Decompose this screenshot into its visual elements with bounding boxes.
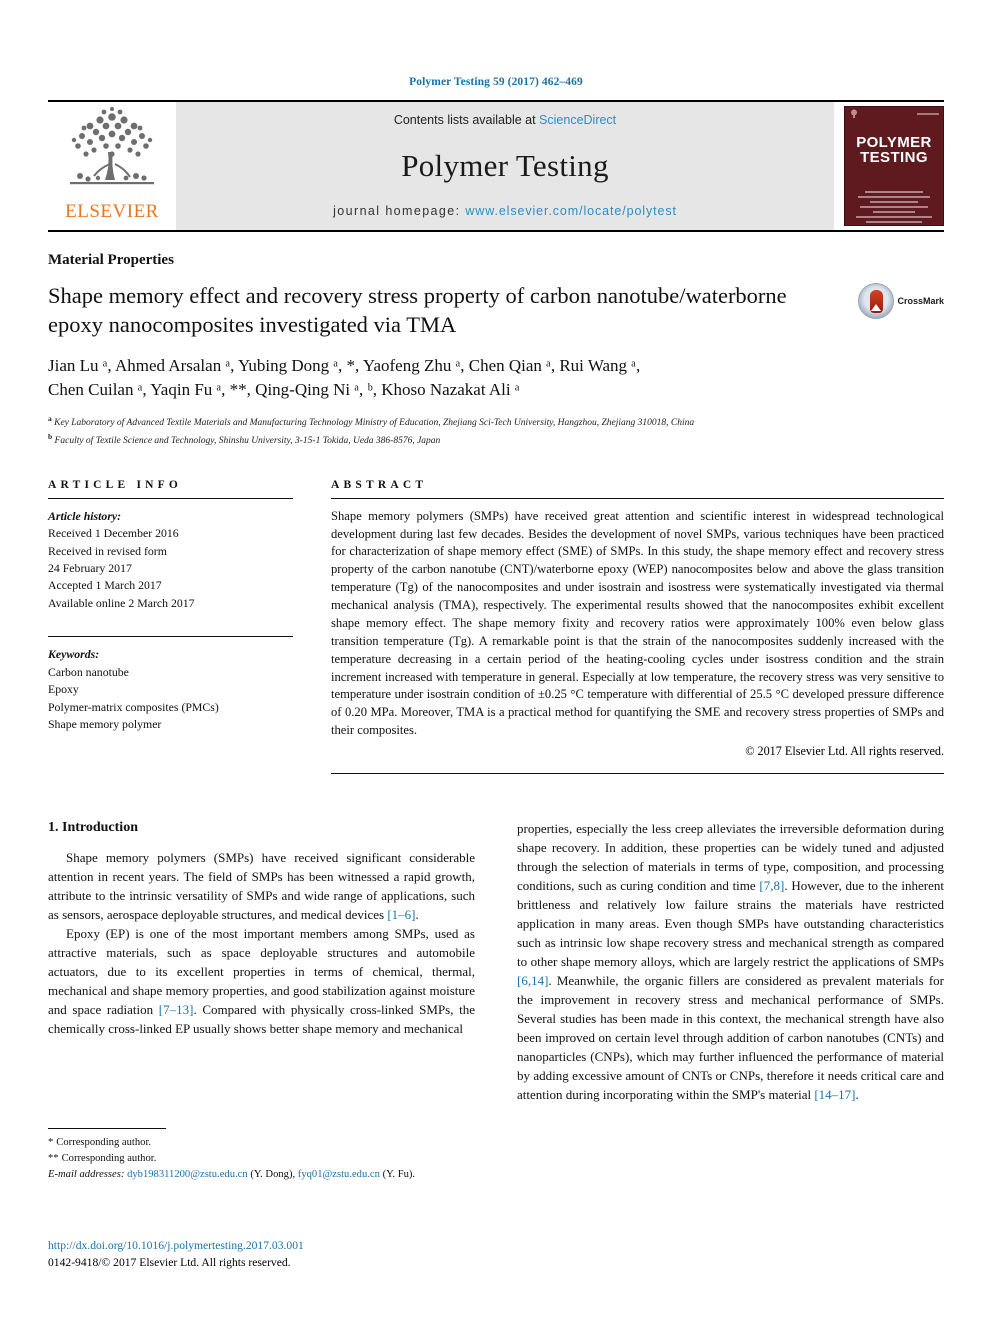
- running-head: Polymer Testing 59 (2017) 462–469: [409, 76, 583, 88]
- abstract-copyright: © 2017 Elsevier Ltd. All rights reserved…: [745, 744, 944, 758]
- keyword-item: Carbon nanotube: [48, 664, 129, 679]
- body-column-left: 1. Introduction Shape memory polymers (S…: [48, 820, 475, 1105]
- homepage-prefix: journal homepage:: [333, 204, 466, 218]
- keyword-item: Shape memory polymer: [48, 717, 162, 732]
- intro-p1-end: .: [415, 906, 419, 922]
- sciencedirect-link[interactable]: ScienceDirect: [539, 113, 616, 127]
- author-line-1: Jian Lu ᵃ, Ahmed Arsalan ᵃ, Yubing Dong …: [48, 355, 641, 375]
- contents-list-line: Contents lists available at ScienceDirec…: [394, 113, 616, 127]
- history-item: Available online 2 March 2017: [48, 595, 195, 610]
- elsevier-tree-icon: [70, 107, 154, 185]
- issn-copyright-line: 0142-9418/© 2017 Elsevier Ltd. All right…: [48, 1256, 291, 1270]
- article-info-rule: [48, 497, 293, 499]
- corresponding-author-2-text: Corresponding author.: [61, 1152, 157, 1164]
- corresponding-author-1-text: Corresponding author.: [56, 1137, 152, 1148]
- masthead-center: Contents lists available at ScienceDirec…: [176, 102, 834, 230]
- cover-elsevier-tree-icon: [849, 109, 859, 119]
- crossmark-logo-icon: [858, 283, 895, 319]
- affiliation-a-text: Key Laboratory of Advanced Textile Mater…: [54, 417, 695, 428]
- body-column-right: properties, especially the less creep al…: [517, 820, 944, 1105]
- page-title: Shape memory effect and recovery stress …: [48, 283, 787, 338]
- introduction-heading: 1. Introduction: [48, 820, 138, 835]
- journal-cover-thumbnail: POLYMER TESTING: [844, 106, 944, 226]
- abstract-text: Shape memory polymers (SMPs) have receiv…: [331, 508, 944, 738]
- abstract-bottom-rule: [331, 773, 944, 774]
- cover-text-placeholder: [854, 188, 934, 226]
- title-row: Shape memory effect and recovery stress …: [48, 281, 944, 340]
- paper-page: Polymer Testing 59 (2017) 462–469 ELSEVI…: [0, 0, 992, 1323]
- double-asterisk-icon: **: [48, 1152, 59, 1164]
- cover-top-bar: [845, 107, 943, 119]
- affiliation-a: a Key Laboratory of Advanced Textile Mat…: [48, 413, 695, 428]
- keyword-item: Polymer-matrix composites (PMCs): [48, 699, 219, 714]
- email-owner-fu: (Y. Fu).: [382, 1168, 416, 1180]
- abstract-column: ABSTRACT Shape memory polymers (SMPs) ha…: [331, 479, 944, 774]
- intro-p3-end: .: [855, 1086, 859, 1102]
- history-item: Accepted 1 March 2017: [48, 578, 162, 593]
- citation-link[interactable]: [14–17]: [814, 1087, 855, 1102]
- affiliation-b: b Faculty of Textile Science and Technol…: [48, 431, 441, 446]
- footnote-rule: [48, 1128, 166, 1129]
- article-info-column: ARTICLE INFO Article history: Received 1…: [48, 479, 293, 774]
- asterisk-icon: *: [48, 1137, 54, 1148]
- article-history-label: Article history:: [48, 508, 122, 523]
- contents-prefix: Contents lists available at: [393, 113, 540, 127]
- elsevier-logo: ELSEVIER: [48, 102, 176, 230]
- email-link-fu[interactable]: fyq01@zstu.edu.cn: [298, 1169, 380, 1180]
- keywords-rule: [48, 636, 293, 638]
- cover-title-line2: TESTING: [860, 149, 928, 167]
- intro-paragraph-1: Shape memory polymers (SMPs) have receiv…: [48, 849, 475, 925]
- citation-link[interactable]: [7–13]: [159, 1002, 194, 1017]
- elsevier-wordmark: ELSEVIER: [65, 201, 159, 222]
- abstract-rule: [331, 497, 944, 499]
- section-label: Material Properties: [48, 252, 174, 268]
- email-label: E-mail addresses:: [48, 1168, 125, 1180]
- citation-link[interactable]: [1–6]: [387, 907, 415, 922]
- intro-paragraph-2: Epoxy (EP) is one of the most important …: [48, 925, 475, 1039]
- history-item: Received in revised form: [48, 543, 167, 558]
- keyword-item: Epoxy: [48, 682, 79, 697]
- journal-title: Polymer Testing: [401, 147, 609, 183]
- history-item: 24 February 2017: [48, 560, 132, 575]
- email-owner-dong: (Y. Dong),: [250, 1168, 296, 1180]
- corresponding-author-1: * Corresponding author.: [48, 1135, 468, 1151]
- corresponding-author-2: ** Corresponding author.: [48, 1151, 468, 1167]
- citation-link[interactable]: [7,8]: [759, 878, 784, 893]
- article-history-block: Article history: Received 1 December 201…: [48, 508, 293, 613]
- author-line-2: Chen Cuilan ᵃ, Yaqin Fu ᵃ, **, Qing-Qing…: [48, 380, 520, 400]
- footnotes-block: * Corresponding author. ** Corresponding a…: [48, 1128, 468, 1183]
- author-list: Jian Lu ᵃ, Ahmed Arsalan ᵃ, Yubing Dong …: [48, 354, 944, 403]
- keywords-block: Keywords: Carbon nanotube Epoxy Polymer-…: [48, 646, 293, 733]
- article-info-heading: ARTICLE INFO: [48, 478, 183, 491]
- cover-title-line1: POLYMER: [856, 134, 932, 151]
- email-link-dong[interactable]: dyb198311200@zstu.edu.cn: [127, 1169, 248, 1180]
- email-addresses: E-mail addresses: dyb198311200@zstu.edu.…: [48, 1167, 468, 1183]
- doi-link[interactable]: http://dx.doi.org/10.1016/j.polymertesti…: [48, 1237, 304, 1254]
- abstract-heading: ABSTRACT: [331, 478, 428, 491]
- info-abstract-region: ARTICLE INFO Article history: Received 1…: [48, 479, 944, 774]
- keywords-label: Keywords:: [48, 647, 100, 662]
- affiliation-b-text: Faculty of Textile Science and Technolog…: [54, 435, 441, 446]
- citation-link[interactable]: [6,14]: [517, 973, 548, 988]
- doi-block: http://dx.doi.org/10.1016/j.polymertesti…: [48, 1237, 304, 1272]
- affiliation-list: a Key Laboratory of Advanced Textile Mat…: [48, 414, 944, 449]
- cover-title: POLYMER TESTING: [856, 135, 932, 166]
- cover-issn-line: [917, 113, 939, 115]
- intro-paragraph-3: properties, especially the less creep al…: [517, 820, 944, 1105]
- history-item: Received 1 December 2016: [48, 526, 179, 541]
- journal-homepage-line: journal homepage: www.elsevier.com/locat…: [333, 204, 677, 218]
- journal-masthead: ELSEVIER Contents lists available at Sci…: [48, 100, 944, 232]
- homepage-url-link[interactable]: www.elsevier.com/locate/polytest: [465, 204, 677, 218]
- crossmark-badge[interactable]: CrossMark: [858, 283, 944, 319]
- intro-p3-text-c: . Meanwhile, the organic fillers are con…: [517, 972, 944, 1102]
- crossmark-label: CrossMark: [897, 296, 944, 306]
- body-columns: 1. Introduction Shape memory polymers (S…: [48, 820, 944, 1105]
